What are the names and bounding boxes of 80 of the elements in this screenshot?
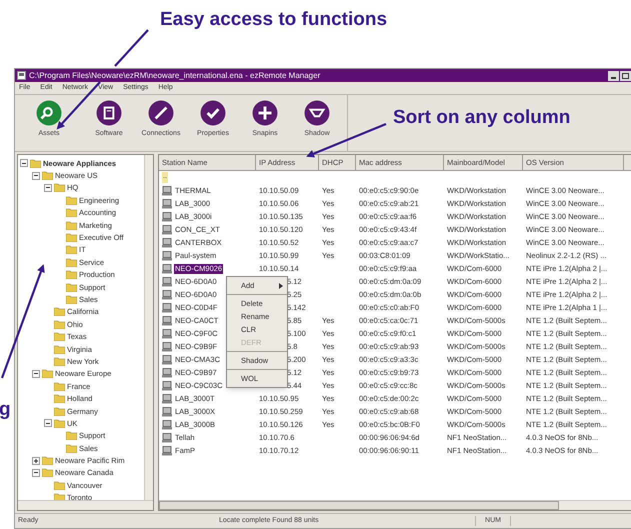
folder-icon: [54, 307, 65, 316]
computer-icon: [162, 380, 173, 390]
folder-icon: [54, 320, 65, 329]
folder-icon: [54, 344, 65, 354]
expander-toggle[interactable]: [44, 184, 52, 192]
minimize-icon: [611, 76, 616, 78]
computer-icon: [162, 432, 173, 442]
callout-text: g: [0, 398, 11, 422]
minus-icon: [46, 187, 50, 188]
computer-icon: [162, 302, 173, 312]
computer-icon: [162, 290, 173, 300]
expander-toggle[interactable]: [32, 468, 40, 477]
callout-text: Easy access to functions: [160, 8, 388, 32]
folder-icon: [66, 245, 77, 254]
funnel-icon: [304, 100, 330, 126]
expander-toggle[interactable]: [32, 172, 40, 180]
folder-icon: [54, 418, 65, 428]
folder-icon: [54, 332, 65, 342]
folder-icon: [54, 382, 65, 391]
folder-icon: [66, 431, 77, 440]
folder-icon: [66, 196, 77, 205]
folder-icon: [66, 258, 77, 267]
maximize-icon: [622, 72, 629, 78]
computer-icon: [162, 354, 173, 364]
folder-icon: [54, 394, 65, 404]
checkmark-icon: [200, 100, 226, 126]
maximize-button[interactable]: [620, 70, 631, 80]
app-icon: [17, 71, 26, 80]
folder-icon: [30, 158, 41, 168]
minus-icon: [46, 422, 50, 424]
computer-icon: [162, 264, 173, 274]
computer-icon: [162, 238, 173, 248]
folder-icon: [54, 406, 65, 416]
computer-icon: [162, 406, 173, 416]
computer-icon: [162, 276, 173, 286]
computer-icon: [162, 446, 173, 456]
expander-toggle[interactable]: [32, 370, 40, 378]
computer-icon: [162, 394, 173, 404]
folder-icon: [66, 208, 77, 218]
folder-icon: [66, 220, 77, 230]
magnifier-icon: [36, 100, 62, 126]
expander-toggle[interactable]: [20, 159, 28, 168]
folder-icon: [54, 183, 65, 192]
minus-icon: [22, 162, 26, 164]
computer-icon: [162, 342, 173, 352]
vertical-scrollbar[interactable]: [144, 155, 153, 500]
computer-icon: [162, 316, 173, 326]
computer-icon: [162, 186, 173, 196]
computer-icon: [162, 212, 173, 222]
computer-icon: [162, 328, 173, 338]
minus-icon: [34, 373, 38, 374]
horizontal-scrollbar[interactable]: [159, 500, 631, 510]
horizontal-scrollbar[interactable]: [18, 500, 153, 510]
folder-icon: [42, 369, 53, 378]
folder-icon: [66, 233, 77, 242]
computer-icon: [162, 250, 173, 260]
folder-icon: [54, 480, 65, 490]
computer-icon: [162, 420, 173, 430]
callout-text: Sort on any column: [393, 106, 570, 130]
computer-icon: [162, 198, 173, 208]
window-title: C:\Program Files\Neoware\ezRM\neoware_international.ena - ezRemote Manager: [29, 70, 320, 80]
folder-icon: [66, 294, 77, 304]
expander-toggle[interactable]: [32, 456, 40, 465]
folder-icon: [66, 444, 77, 453]
folder-icon: [66, 270, 77, 280]
document-icon: [96, 100, 122, 126]
expander-toggle[interactable]: [44, 419, 52, 428]
folder-icon: [42, 456, 53, 466]
computer-icon: [162, 224, 173, 234]
folder-icon: [66, 282, 77, 292]
plus-icon: [34, 458, 38, 463]
minus-icon: [34, 472, 38, 474]
submenu-arrow-icon: [279, 282, 283, 288]
minus-icon: [34, 175, 38, 176]
folder-icon: [42, 171, 53, 180]
folder-icon: [42, 468, 53, 478]
minimize-button[interactable]: [608, 70, 619, 80]
folder-icon: [54, 356, 65, 366]
computer-icon: [162, 368, 173, 378]
plus-icon: [252, 100, 278, 126]
